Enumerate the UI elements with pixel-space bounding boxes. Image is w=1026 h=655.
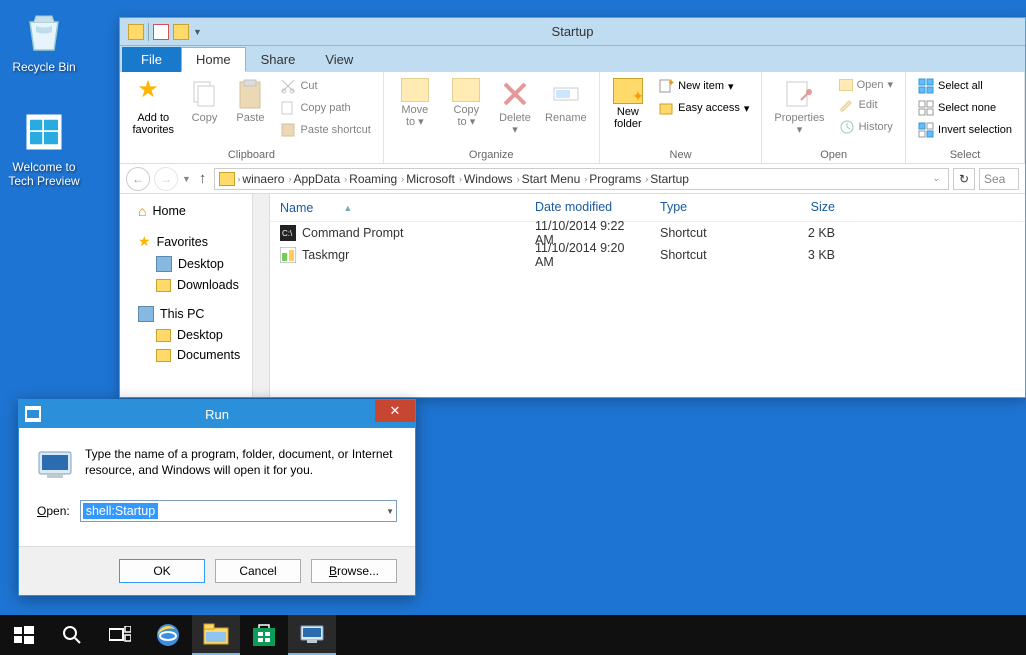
nav-pc-documents[interactable]: Documents	[120, 345, 269, 365]
nav-favorites[interactable]: ★Favorites	[120, 230, 269, 253]
rename-button[interactable]: Rename	[541, 76, 591, 126]
address-bar: ← → ▼ ↑ › winaero› AppData› Roaming› Mic…	[120, 164, 1025, 194]
taskbar-run[interactable]	[288, 615, 336, 655]
file-row[interactable]: Taskmgr 11/10/2014 9:20 AM Shortcut 3 KB	[270, 244, 1025, 266]
qat-properties-icon[interactable]	[153, 24, 169, 40]
select-all-button[interactable]: Select all	[914, 76, 1016, 96]
open-value: shell:Startup	[83, 503, 158, 519]
nav-home[interactable]: ⌂Home	[120, 200, 269, 222]
recent-dropdown-icon[interactable]: ▼	[182, 174, 191, 184]
start-button[interactable]	[0, 615, 48, 655]
nav-pane: ⌂Home ★Favorites Desktop Downloads This …	[120, 194, 270, 397]
properties-button[interactable]: Properties ▾	[770, 76, 828, 138]
qat-dropdown-icon[interactable]: ▼	[193, 27, 202, 37]
new-item-button[interactable]: ✦New item ▾	[654, 76, 753, 96]
run-title: Run	[205, 407, 229, 422]
navpane-scrollbar[interactable]	[252, 194, 269, 397]
open-button[interactable]: Open ▾	[835, 76, 897, 93]
taskbar-store[interactable]	[240, 615, 288, 655]
open-combobox[interactable]: shell:Startup ▼	[80, 500, 397, 522]
svg-text:✦: ✦	[667, 78, 674, 89]
paste-button[interactable]: Paste	[230, 76, 270, 126]
new-folder-button[interactable]: ✦New folder	[608, 76, 649, 132]
up-button[interactable]: ↑	[195, 170, 211, 187]
col-date[interactable]: Date modified	[525, 194, 650, 221]
crumb-4: Windows›	[464, 172, 520, 186]
copy-button[interactable]: Copy	[184, 76, 224, 126]
add-to-favorites-button[interactable]: ★Add to favorites	[128, 76, 178, 138]
col-type[interactable]: Type	[650, 194, 765, 221]
crumb-7: Startup	[650, 172, 689, 186]
run-message: Type the name of a program, folder, docu…	[85, 446, 397, 482]
taskbar-explorer[interactable]	[192, 615, 240, 655]
col-size[interactable]: Size	[765, 194, 845, 221]
close-button[interactable]: ✕	[375, 400, 415, 422]
copy-path-button[interactable]: Copy path	[276, 98, 374, 118]
crumb-3: Microsoft›	[406, 172, 462, 186]
browse-button[interactable]: Browse...	[311, 559, 397, 583]
ribbon: ★Add to favorites Copy Paste Cut Copy pa…	[120, 72, 1025, 164]
tab-view[interactable]: View	[310, 47, 368, 72]
nav-fav-downloads[interactable]: Downloads	[120, 275, 269, 295]
explorer-titlebar[interactable]: ▼ Startup	[120, 18, 1025, 46]
edit-button[interactable]: Edit	[835, 95, 897, 115]
nav-thispc[interactable]: This PC	[120, 303, 269, 325]
run-title-icon	[25, 406, 41, 422]
run-icon	[37, 446, 73, 482]
addr-dropdown-icon[interactable]: ⌄	[932, 173, 944, 184]
desktop-icon-welcome[interactable]: Welcome to Tech Preview	[6, 108, 82, 188]
select-none-button[interactable]: Select none	[914, 98, 1016, 118]
recycle-bin-label: Recycle Bin	[6, 60, 82, 74]
easy-access-button[interactable]: Easy access ▾	[654, 98, 753, 118]
location-folder-icon	[219, 172, 235, 186]
welcome-label: Welcome to Tech Preview	[6, 160, 82, 188]
run-titlebar[interactable]: Run ✕	[19, 400, 415, 428]
crumb-1: AppData›	[293, 172, 347, 186]
breadcrumb-bar[interactable]: › winaero› AppData› Roaming› Microsoft› …	[214, 168, 949, 190]
run-dialog: Run ✕ Type the name of a program, folder…	[18, 399, 416, 596]
crumb-2: Roaming›	[349, 172, 404, 186]
cut-button[interactable]: Cut	[276, 76, 374, 96]
file-list: Name▲ Date modified Type Size C:\Command…	[270, 194, 1025, 397]
qat-folder-icon[interactable]	[128, 24, 144, 40]
nav-pc-desktop[interactable]: Desktop	[120, 325, 269, 345]
ok-button[interactable]: OK	[119, 559, 205, 583]
move-to-button[interactable]: Move to ▾	[392, 76, 438, 130]
delete-button[interactable]: Delete ▾	[495, 76, 535, 138]
combo-dropdown-icon[interactable]: ▼	[386, 507, 394, 516]
search-button[interactable]	[48, 615, 96, 655]
invert-selection-button[interactable]: Invert selection	[914, 120, 1016, 140]
qat-newfolder-icon[interactable]	[173, 24, 189, 40]
taskbar-ie[interactable]	[144, 615, 192, 655]
explorer-window: ▼ Startup File Home Share View ★Add to f…	[119, 17, 1026, 398]
col-name[interactable]: Name▲	[270, 194, 525, 221]
svg-text:C:\: C:\	[282, 229, 293, 238]
taskbar	[0, 615, 1026, 655]
crumb-5: Start Menu›	[522, 172, 588, 186]
ribbon-tabs: File Home Share View	[120, 46, 1025, 72]
refresh-button[interactable]: ↻	[953, 168, 975, 190]
nav-fav-desktop[interactable]: Desktop	[120, 253, 269, 275]
tab-home[interactable]: Home	[181, 47, 246, 72]
search-input[interactable]: Sea	[979, 168, 1019, 190]
window-title: Startup	[552, 24, 594, 39]
desktop-icon-recycle-bin[interactable]: Recycle Bin	[6, 8, 82, 74]
back-button[interactable]: ←	[126, 167, 150, 191]
copy-to-button[interactable]: Copy to ▾	[444, 76, 489, 130]
crumb-0: winaero›	[242, 172, 291, 186]
cancel-button[interactable]: Cancel	[215, 559, 301, 583]
paste-shortcut-button[interactable]: Paste shortcut	[276, 120, 374, 140]
tab-share[interactable]: Share	[246, 47, 311, 72]
crumb-6: Programs›	[589, 172, 648, 186]
tab-file[interactable]: File	[122, 47, 181, 72]
history-button[interactable]: History	[835, 117, 897, 137]
open-label: Open:	[37, 504, 70, 518]
forward-button[interactable]: →	[154, 167, 178, 191]
taskview-button[interactable]	[96, 615, 144, 655]
